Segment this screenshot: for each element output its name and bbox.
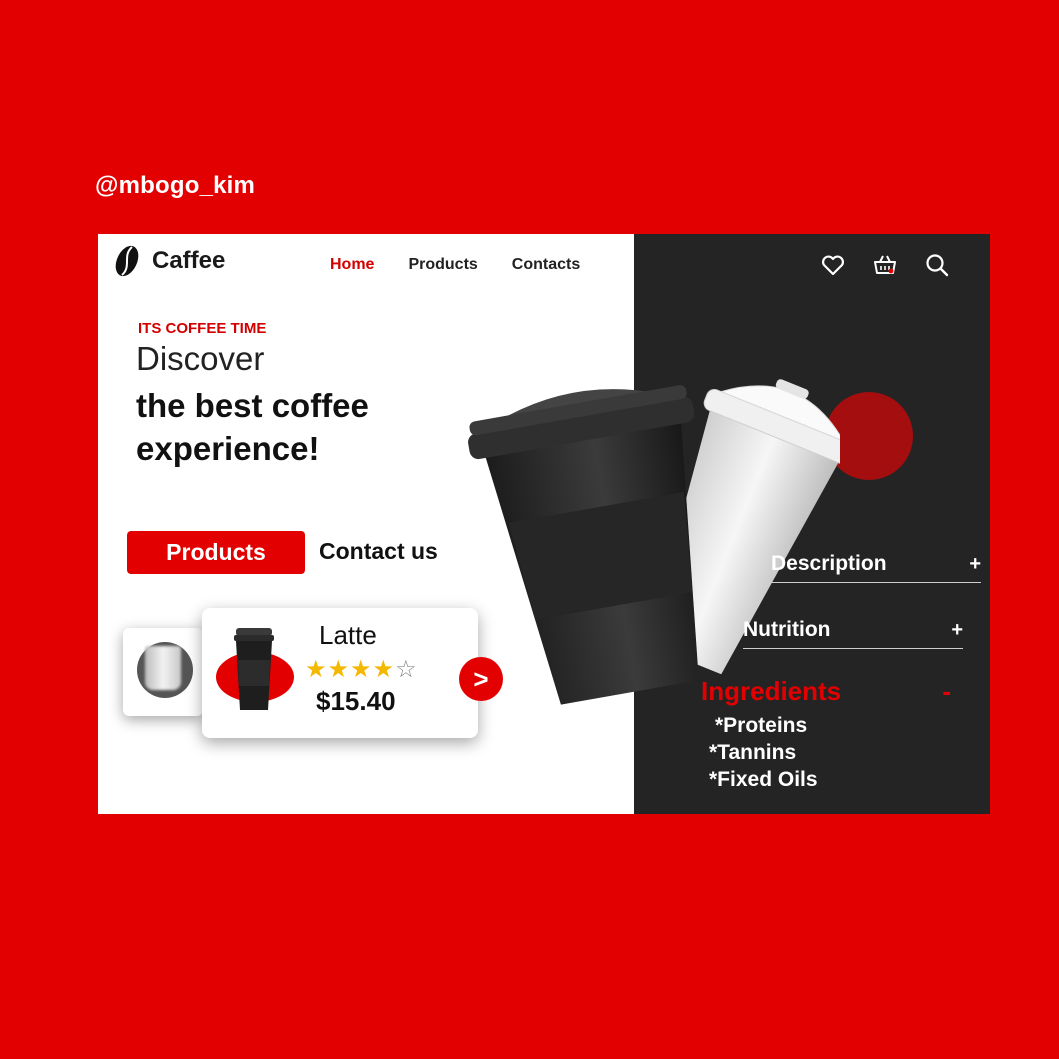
basket-icon[interactable] <box>872 252 898 278</box>
coffee-bean-icon <box>115 245 139 277</box>
description-label: Description <box>771 552 887 575</box>
black-cup-image <box>234 628 274 710</box>
hero-title-bold: the best coffee experience! <box>136 387 369 467</box>
star-filled-icon: ★ <box>372 656 395 683</box>
accordion-nutrition[interactable]: Nutrition + <box>743 618 963 649</box>
nutrition-label: Nutrition <box>743 618 831 641</box>
author-handle: @mbogo_kim <box>95 172 256 199</box>
accordion-description[interactable]: Description + <box>771 552 981 583</box>
ingredients-label: Ingredients <box>701 676 842 706</box>
collapse-icon: - <box>942 676 951 706</box>
products-button[interactable]: Products <box>127 531 305 574</box>
expand-icon: + <box>951 618 963 641</box>
nav-products[interactable]: Products <box>408 256 477 274</box>
star-filled-icon: ★ <box>327 656 350 683</box>
ingredient-item: *Fixed Oils <box>709 768 818 791</box>
product-thumbnail-card[interactable] <box>123 628 203 716</box>
coffee-cups-image <box>468 379 840 705</box>
ingredients-list: *Proteins *Tannins *Fixed Oils <box>709 712 818 793</box>
accordion-ingredients[interactable]: Ingredients - <box>701 676 951 713</box>
expand-icon: + <box>969 552 981 575</box>
nav-home[interactable]: Home <box>330 256 374 274</box>
star-empty-icon: ☆ <box>395 656 417 683</box>
star-filled-icon: ★ <box>350 656 372 683</box>
product-name: Latte <box>319 620 377 650</box>
heart-icon[interactable] <box>820 252 846 278</box>
white-cup-thumbnail <box>145 646 181 690</box>
search-icon[interactable] <box>924 252 950 278</box>
nav-contacts[interactable]: Contacts <box>512 256 580 274</box>
header-actions <box>820 252 950 278</box>
rating-stars: ★ ★ ★ ★ ☆ <box>305 658 417 682</box>
landing-page: Caffee Home Products Contacts ITS COFFEE… <box>98 234 990 814</box>
star-filled-icon: ★ <box>305 656 327 683</box>
ingredient-item: *Tannins <box>709 741 797 764</box>
brand-logo[interactable]: Caffee <box>112 244 225 278</box>
hero-eyebrow: ITS COFFEE TIME <box>138 320 267 337</box>
brand-name: Caffee <box>152 247 226 274</box>
product-price: $15.40 <box>316 686 396 716</box>
ingredient-item: *Proteins <box>715 714 808 737</box>
hero-title-light: Discover <box>136 340 265 377</box>
main-nav: Home Products Contacts <box>330 256 580 274</box>
contact-us-button[interactable]: Contact us <box>319 538 438 565</box>
product-card[interactable]: Latte ★ ★ ★ ★ ☆ $15.40 <box>202 608 478 738</box>
